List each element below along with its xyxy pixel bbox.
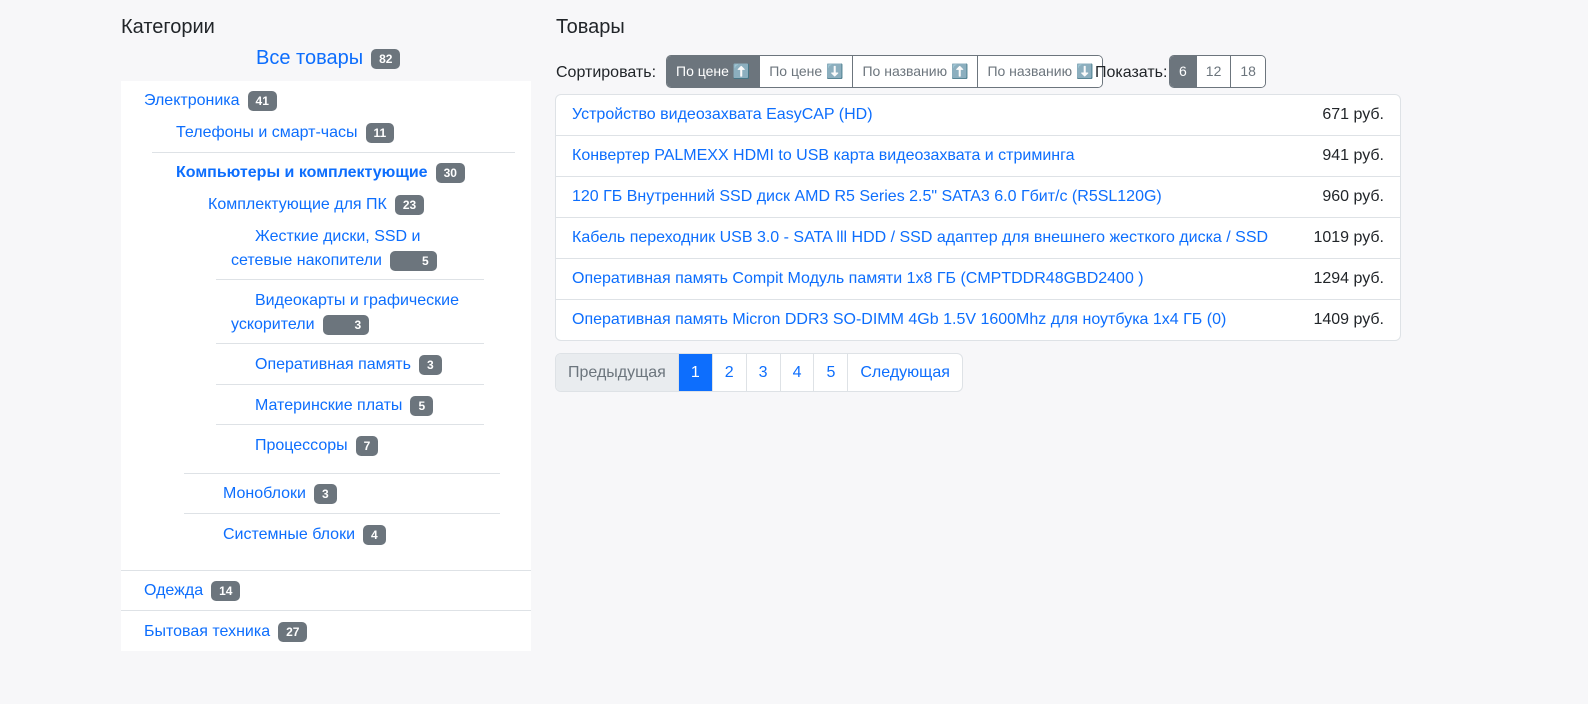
category-item-cpu[interactable]: Процессоры 7 (255, 436, 379, 456)
count-badge: 27 (278, 622, 308, 642)
product-link[interactable]: Конвертер PALMEXX HDMI to USB карта виде… (572, 147, 1075, 165)
show-label: Показать: (1095, 64, 1168, 81)
count-badge: 82 (371, 48, 401, 69)
category-item-electronics[interactable]: Электроника 41 (144, 91, 277, 111)
product-row: Оперативная память Compit Модуль памяти … (556, 259, 1400, 300)
product-row: Устройство видеозахвата EasyCAP (HD) 671… (556, 95, 1400, 136)
count-badge: 23 (394, 195, 425, 215)
category-item-storage[interactable]: Жесткие диски, SSD и сетевые накопители 5 (231, 225, 471, 273)
product-price: 671 руб. (1322, 106, 1384, 123)
product-list: Устройство видеозахвата EasyCAP (HD) 671… (555, 94, 1401, 341)
product-row: 120 ГБ Внутренний SSD диск AMD R5 Series… (556, 177, 1400, 218)
count-badge: 3 (322, 314, 370, 335)
category-item-monoblocks[interactable]: Моноблоки 3 (223, 484, 337, 504)
page-size-button-group: 6 12 18 (1169, 55, 1266, 88)
count-badge: 3 (418, 355, 442, 375)
divider (152, 152, 515, 153)
product-link[interactable]: 120 ГБ Внутренний SSD диск AMD R5 Series… (572, 188, 1162, 206)
product-price: 1019 руб. (1313, 229, 1384, 246)
category-label[interactable]: Моноблоки (223, 485, 306, 502)
sort-price-asc-button[interactable]: По цене ⬆️ (667, 56, 761, 87)
all-products-label[interactable]: Все товары (256, 47, 363, 69)
category-item-clothing[interactable]: Одежда 14 (144, 581, 241, 601)
all-products-link[interactable]: Все товары 82 (256, 47, 401, 70)
category-label[interactable]: Материнские платы (255, 397, 402, 414)
products-title: Товары (556, 16, 625, 38)
category-item-system-units[interactable]: Системные блоки 4 (223, 525, 386, 545)
category-item-motherboards[interactable]: Материнские платы 5 (255, 396, 434, 416)
category-label[interactable]: Компьютеры и комплектующие (176, 164, 428, 181)
divider (121, 610, 531, 611)
product-link[interactable]: Оперативная память Micron DDR3 SO-DIMM 4… (572, 311, 1226, 329)
count-badge: 5 (410, 396, 434, 416)
category-label[interactable]: Одежда (144, 582, 203, 599)
count-badge: 30 (435, 163, 465, 183)
page-size-18-button[interactable]: 18 (1231, 56, 1265, 87)
count-badge: 11 (365, 123, 395, 143)
product-price: 1409 руб. (1313, 311, 1384, 328)
product-price: 941 руб. (1322, 147, 1384, 164)
pagination-next-button[interactable]: Следующая (848, 354, 962, 391)
product-row: Конвертер PALMEXX HDMI to USB карта виде… (556, 136, 1400, 177)
divider (216, 424, 484, 425)
category-item-computers[interactable]: Компьютеры и комплектующие 30 (176, 163, 465, 183)
product-link[interactable]: Оперативная память Compit Модуль памяти … (572, 270, 1144, 288)
category-item-appliances[interactable]: Бытовая техника 27 (144, 622, 308, 642)
category-item-pc-parts[interactable]: Комплектующие для ПК 23 (208, 195, 425, 215)
category-label[interactable]: Системные блоки (223, 526, 355, 543)
category-label[interactable]: Электроника (144, 92, 240, 109)
divider (121, 570, 531, 571)
divider (216, 279, 484, 280)
category-item-ram[interactable]: Оперативная память 3 (255, 355, 442, 375)
pagination: Предыдущая 1 2 3 4 5 Следующая (555, 353, 963, 392)
count-badge: 3 (313, 484, 337, 504)
pagination-page-2[interactable]: 2 (713, 354, 747, 391)
product-link[interactable]: Кабель переходник USB 3.0 - SATA lll HDD… (572, 229, 1268, 247)
count-badge: 5 (389, 250, 437, 271)
sort-button-group: По цене ⬆️ По цене ⬇️ По названию ⬆️ По … (666, 55, 1104, 88)
count-badge: 4 (363, 525, 386, 545)
count-badge: 14 (211, 581, 241, 601)
product-price: 960 руб. (1322, 188, 1384, 205)
pagination-page-4[interactable]: 4 (781, 354, 815, 391)
category-label[interactable]: Комплектующие для ПК (208, 196, 387, 213)
category-label[interactable]: Оперативная память (255, 356, 411, 373)
divider (184, 513, 500, 514)
category-label[interactable]: Телефоны и смарт-часы (176, 124, 358, 141)
product-row: Кабель переходник USB 3.0 - SATA lll HDD… (556, 218, 1400, 259)
pagination-prev-button[interactable]: Предыдущая (556, 354, 679, 391)
product-price: 1294 руб. (1313, 270, 1384, 287)
pagination-page-5[interactable]: 5 (814, 354, 849, 391)
category-label[interactable]: Бытовая техника (144, 623, 270, 640)
divider (184, 473, 500, 474)
categories-title: Категории (121, 16, 215, 38)
product-row: Оперативная память Micron DDR3 SO-DIMM 4… (556, 300, 1400, 340)
sort-name-asc-button[interactable]: По названию ⬆️ (853, 56, 979, 87)
pagination-page-1[interactable]: 1 (678, 354, 713, 391)
product-link[interactable]: Устройство видеозахвата EasyCAP (HD) (572, 106, 873, 124)
category-item-gpu[interactable]: Видеокарты и графические ускорители 3 (231, 289, 481, 337)
pagination-page-3[interactable]: 3 (747, 354, 781, 391)
sort-name-desc-button[interactable]: По названию ⬇️ (978, 56, 1103, 87)
count-badge: 7 (355, 436, 379, 456)
sort-label: Сортировать: (556, 64, 657, 81)
divider (216, 384, 484, 385)
count-badge: 41 (247, 91, 277, 111)
category-label[interactable]: Процессоры (255, 437, 348, 454)
page-size-12-button[interactable]: 12 (1196, 56, 1232, 87)
divider (216, 343, 484, 344)
page-size-6-button[interactable]: 6 (1170, 56, 1197, 87)
category-item-phones[interactable]: Телефоны и смарт-часы 11 (176, 123, 395, 143)
sort-price-desc-button[interactable]: По цене ⬇️ (760, 56, 854, 87)
